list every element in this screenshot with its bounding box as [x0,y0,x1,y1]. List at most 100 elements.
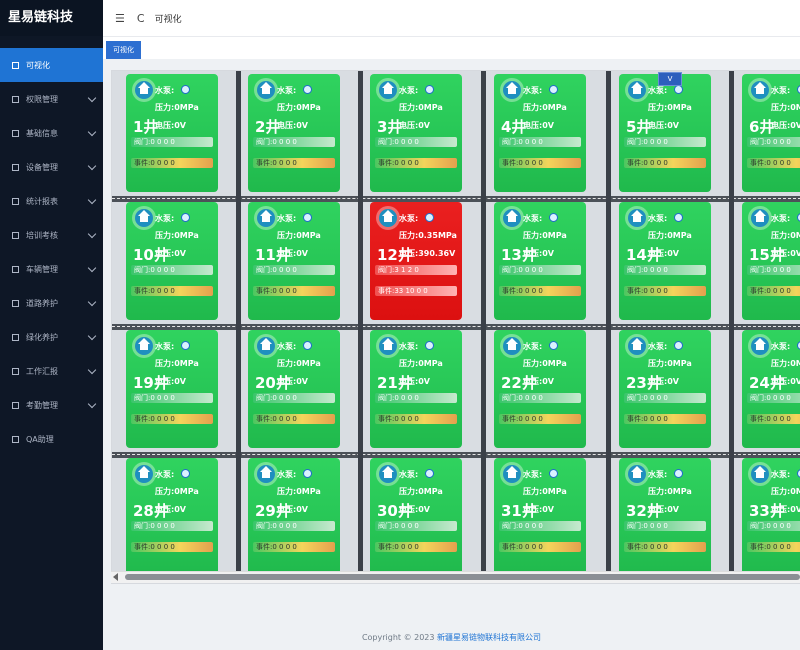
pressure-row: 压力:0MPa [277,358,321,369]
well-card[interactable]: 水泵: 压力:0MPa 11井 电压:0V 阀门:0 0 0 0 事件:0 0 0 0 [248,202,340,320]
sidebar-item-1[interactable]: 权限管理 [0,82,103,116]
sidebar-item-2[interactable]: 基础信息 [0,116,103,150]
pressure-value: 0MPa [667,103,692,112]
menu-toggle-icon[interactable]: ☰ [115,12,125,25]
valve-strip: 阀门:0 0 0 0 [375,137,457,147]
well-house-icon [257,209,275,227]
pump-label: 水泵: [523,470,543,479]
chevron-down-icon [87,229,97,239]
sidebar-item-3[interactable]: 设备管理 [0,150,103,184]
sidebar-item-7[interactable]: 道路养护 [0,286,103,320]
well-card[interactable]: 水泵: 压力:0MPa 31井 电压:0V 阀门:0 0 0 0 事件:0 0 0 0 [494,458,586,576]
well-card[interactable]: 水泵: 压力:0MPa 28井 电压:0V 阀门:0 0 0 0 事件:0 0 0 0 [126,458,218,576]
pressure-value: 0MPa [542,359,567,368]
pump-label: 水泵: [399,86,419,95]
page-title: 可视化 [154,14,182,25]
well-card[interactable]: 水泵: 压力:0MPa 30井 电压:0V 阀门:0 0 0 0 事件:0 0 0 0 [370,458,462,576]
event-strip: 事件:0 0 0 0 [499,542,581,552]
well-card[interactable]: 水泵: 压力:0MPa 3井 电压:0V 阀门:0 0 0 0 事件:0 0 0 0 [370,74,462,192]
sidebar-item-5[interactable]: 培训考核 [0,218,103,252]
event-strip: 事件:0 0 0 0 [131,542,213,552]
voltage-value: 0V [418,121,430,130]
pressure-label: 压力: [399,103,419,112]
pump-status-icon [425,469,434,478]
well-card[interactable]: 水泵: 压力:0MPa 23井 电压:0V 阀门:0 0 0 0 事件:0 0 0 0 [619,330,711,448]
sidebar-item-0[interactable]: 可视化 [0,48,103,82]
chevron-down-icon [87,195,97,205]
well-card[interactable]: 水泵: 压力:0MPa 29井 电压:0V 阀门:0 0 0 0 事件:0 0 0 0 [248,458,340,576]
well-card[interactable]: 水泵:压力:0MPa33井电压:0V阀门:0 0 0 0事件:0 0 0 0 [742,458,800,576]
pump-label: 水泵: [648,214,668,223]
pressure-row: 压力:0MPa [771,102,800,113]
well-card[interactable]: 水泵: 压力:0MPa 13井 电压:0V 阀门:0 0 0 0 事件:0 0 0 0 [494,202,586,320]
horizontal-scrollbar[interactable] [111,571,800,583]
sidebar-item-11[interactable]: QA助理 [0,422,103,456]
well-card[interactable]: 水泵: 压力:0MPa 22井 电压:0V 阀门:0 0 0 0 事件:0 0 0 0 [494,330,586,448]
tab-visualization[interactable]: 可视化 [106,41,141,59]
well-card[interactable]: 水泵: 压力:0.35MPa 12井 电压:390.36V 阀门:3 1 2 0 事件:3… [370,202,462,320]
refresh-icon[interactable]: C [137,12,145,25]
voltage-value: 0V [790,249,800,258]
voltage-value: 0V [790,121,800,130]
well-card[interactable]: 水泵: 压力:0MPa 19井 电压:0V 阀门:0 0 0 0 事件:0 0 0 0 [126,330,218,448]
well-card[interactable]: 水泵: 压力:0MPa 5井 电压:0V 阀门:0 0 0 0 事件:0 0 0 0 [619,74,711,192]
sidebar-item-label: 考勤管理 [26,400,58,410]
voltage-row: 电压:0V [648,504,679,515]
voltage-label: 电压: [523,377,543,386]
well-card[interactable]: 水泵: 压力:0MPa 32井 电压:0V 阀门:0 0 0 0 事件:0 0 0 0 [619,458,711,576]
well-card[interactable]: 水泵:压力:0MPa6井电压:0V阀门:0 0 0 0事件:0 0 0 0 [742,74,800,192]
scroll-left-icon[interactable] [113,573,118,581]
pump-status-icon [674,85,683,94]
footer: Copyright © 2023 新疆星易链物联科技有限公司 [103,632,800,643]
sidebar-item-label: 统计报表 [26,196,58,206]
pressure-label: 压力: [523,103,543,112]
scrollbar-thumb[interactable] [125,574,800,580]
pump-status-icon [674,469,683,478]
voltage-value: 0V [174,505,186,514]
event-strip: 事件:0 0 0 0 [131,414,213,424]
voltage-label: 电压: [399,249,419,258]
pressure-value: 0MPa [174,487,199,496]
valve-strip: 阀门:0 0 0 0 [624,521,706,531]
well-card[interactable]: 水泵:压力:0MPa15井电压:0V阀门:0 0 0 0事件:0 0 0 0 [742,202,800,320]
valve-strip: 阀门:0 0 0 0 [131,521,213,531]
pressure-row: 压力:0MPa [155,358,199,369]
well-house-icon [135,465,153,483]
sidebar-item-6[interactable]: 车辆管理 [0,252,103,286]
well-card[interactable]: 水泵: 压力:0MPa 1井 电压:0V 阀门:0 0 0 0 事件:0 0 0 0 [126,74,218,192]
event-strip: 事件:0 0 0 0 [375,158,457,168]
well-card[interactable]: 水泵: 压力:0MPa 21井 电压:0V 阀门:0 0 0 0 事件:0 0 0 0 [370,330,462,448]
collapse-button[interactable]: V [658,72,682,86]
well-house-icon [379,337,397,355]
voltage-row: 电压:0V [399,120,430,131]
sidebar-item-9[interactable]: 工作汇报 [0,354,103,388]
sidebar-item-label: 设备管理 [26,162,58,172]
well-card[interactable]: 水泵: 压力:0MPa 14井 电压:0V 阀门:0 0 0 0 事件:0 0 0 0 [619,202,711,320]
voltage-row: 电压:0V [399,504,430,515]
sidebar-item-10[interactable]: 考勤管理 [0,388,103,422]
voltage-value: 0V [542,249,554,258]
well-card[interactable]: 水泵:压力:0MPa24井电压:0V阀门:0 0 0 0事件:0 0 0 0 [742,330,800,448]
sidebar-item-label: 工作汇报 [26,366,58,376]
menu-item-icon [12,333,19,341]
pump-label: 水泵: [399,470,419,479]
valve-strip: 阀门:0 0 0 0 [747,265,800,275]
well-card[interactable]: 水泵: 压力:0MPa 4井 电压:0V 阀门:0 0 0 0 事件:0 0 0 0 [494,74,586,192]
divider [729,71,734,571]
well-card[interactable]: 水泵: 压力:0MPa 2井 电压:0V 阀门:0 0 0 0 事件:0 0 0 0 [248,74,340,192]
well-map-viewport[interactable]: 水泵: 压力:0MPa 1井 电压:0V 阀门:0 0 0 0 事件:0 0 0 0 水泵:… [111,70,800,584]
well-card[interactable]: 水泵: 压力:0MPa 10井 电压:0V 阀门:0 0 0 0 事件:0 0 0 0 [126,202,218,320]
well-card[interactable]: 水泵: 压力:0MPa 20井 电压:0V 阀门:0 0 0 0 事件:0 0 0 0 [248,330,340,448]
pump-status-icon [549,213,558,222]
sidebar-item-8[interactable]: 绿化养护 [0,320,103,354]
voltage-row: 电压:0V [277,248,308,259]
voltage-label: 电压: [277,249,297,258]
voltage-label: 电压: [155,377,175,386]
valve-strip: 阀门:0 0 0 0 [747,137,800,147]
pump-status-icon [549,341,558,350]
voltage-label: 电压: [523,121,543,130]
sidebar-item-4[interactable]: 统计报表 [0,184,103,218]
pressure-label: 压力: [155,487,175,496]
pressure-label: 压力: [771,231,791,240]
pressure-value: 0MPa [296,231,321,240]
